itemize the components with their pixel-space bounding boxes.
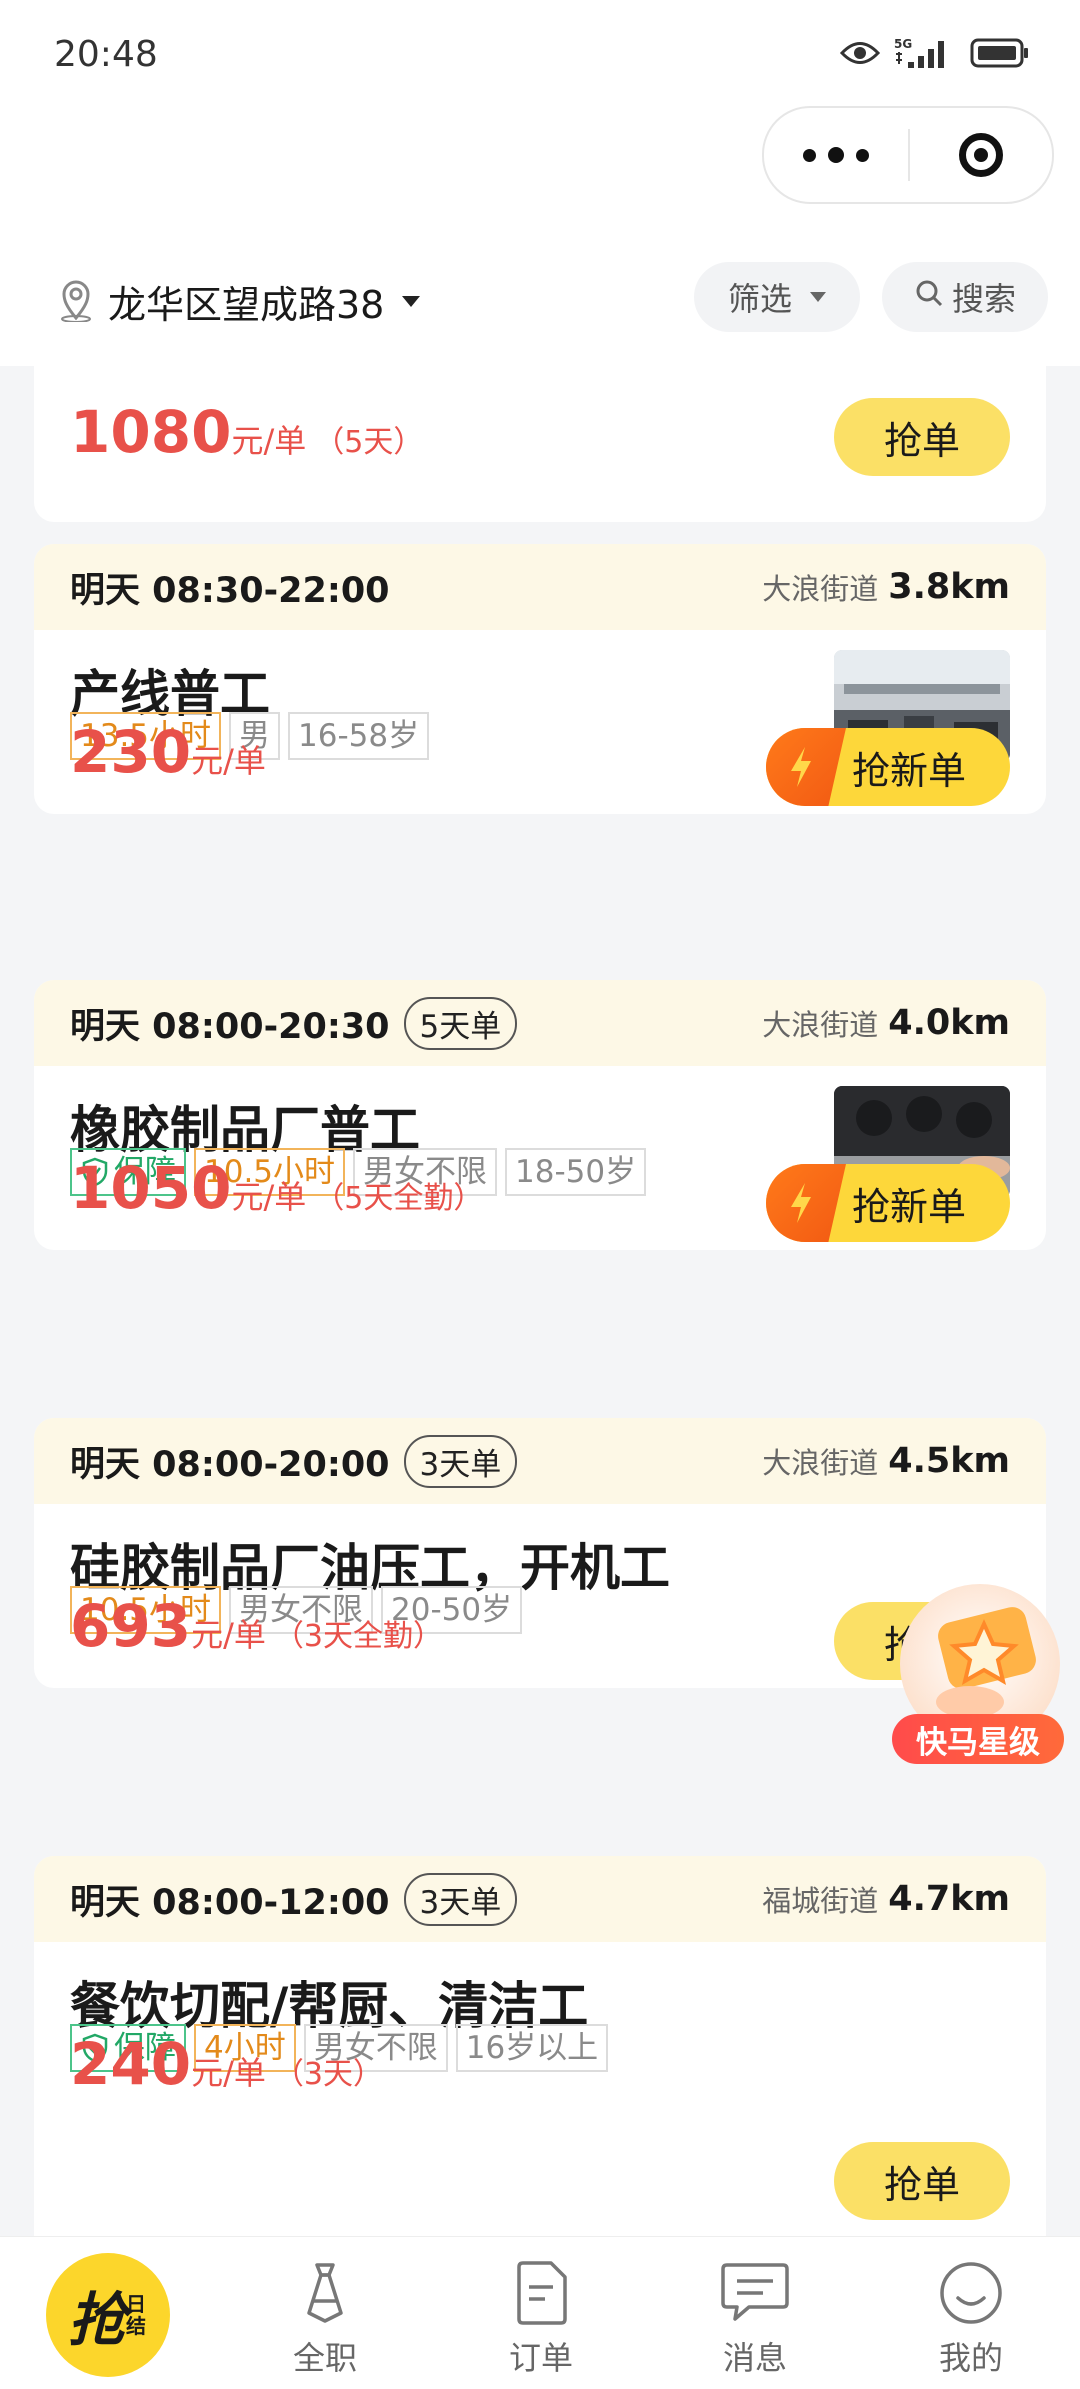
job-km: 3.8km [888,567,1010,607]
tab-fulltime[interactable]: 全职 [250,2237,400,2389]
tab-fulltime-label: 全职 [292,2339,357,2377]
job-list: 1080 元/单 （5天） 抢单 明天 08:30-22:00 大浪街道 3.8… [0,366,1080,2236]
grab-order-button[interactable]: 抢单 [834,398,1010,476]
job-street: 福城街道 [762,1884,879,1918]
job-price: 1080 元/单 （5天） [70,398,423,466]
grab-new-order-button[interactable]: 抢新单 [766,1164,1010,1242]
grab-new-label: 抢新单 [852,1184,967,1229]
job-price: 230 元/单 [70,718,266,786]
floating-star-badge[interactable]: 快马星级 [892,1584,1068,1780]
price-unit: 元/单 [191,1616,266,1654]
grab-new-order-button[interactable]: 抢新单 [766,728,1010,806]
tab-orders-label: 订单 [508,2339,573,2377]
bottom-tab-bar: 抢 日结 全职 订单 消息 我的 [0,2236,1080,2389]
job-card-header: 明天 08:00-12:00 3天单 福城街道 4.7km [34,1856,1046,1942]
search-label: 搜索 [951,280,1016,318]
filter-caret-icon [810,292,826,302]
days-badge: 5天单 [403,996,518,1050]
job-card-header: 明天 08:30-22:00 大浪街道 3.8km [34,544,1046,630]
job-distance: 大浪街道 4.5km [762,1418,1010,1504]
tab-profile[interactable]: 我的 [896,2237,1046,2389]
mini-program-capsule [762,106,1054,204]
search-button[interactable]: 搜索 [882,262,1048,332]
price-number: 240 [70,2030,192,2098]
close-program-button[interactable] [910,133,1052,177]
badge-label: 快马星级 [892,1714,1064,1764]
tab-grab-home[interactable]: 抢 日结 [46,2253,170,2377]
more-menu-button[interactable] [764,147,908,163]
job-km: 4.0km [888,1003,1010,1043]
chevron-down-icon [402,296,421,307]
job-km: 4.5km [888,1441,1010,1481]
network-label: 5G [894,37,912,51]
battery-icon [970,37,1030,69]
order-doc-icon [513,2255,569,2331]
job-street: 大浪街道 [762,572,879,606]
status-icons: 5G [840,36,1030,70]
job-price: 693 元/单 （3天全勤） [70,1592,443,1660]
location-address: 龙华区望成路38 [108,283,385,327]
tag-age: 16-58岁 [288,712,430,760]
status-bar: 20:48 5G [0,0,1080,110]
location-selector[interactable]: 龙华区望成路38 [56,274,421,329]
job-card[interactable]: 1080 元/单 （5天） 抢单 [34,366,1046,522]
tag-age: 18-50岁 [505,1148,647,1196]
job-card-header: 明天 08:00-20:00 3天单 大浪街道 4.5km [34,1418,1046,1504]
grab-new-label: 抢新单 [852,748,967,793]
search-icon [914,278,944,316]
grab-order-button[interactable]: 抢单 [834,2142,1010,2220]
price-unit: 元/单 [191,2054,266,2092]
message-icon [719,2255,791,2331]
job-card-header: 明天 08:00-20:30 5天单 大浪街道 4.0km [34,980,1046,1066]
eye-icon [840,40,880,66]
smile-icon [938,2255,1004,2331]
price-unit: 元/单 [231,1178,307,1216]
filter-button[interactable]: 筛选 [694,262,860,332]
price-note: （5天全勤） [314,1181,484,1216]
location-pin-icon [56,278,96,326]
job-time: 明天 08:30-22:00 [70,570,390,611]
lightning-icon [766,1164,846,1242]
tag-age: 16岁以上 [455,2024,609,2072]
lightning-icon [766,728,846,806]
tie-icon [299,2255,351,2331]
job-distance: 大浪街道 4.0km [762,980,1010,1066]
tab-orders[interactable]: 订单 [466,2237,616,2389]
home-big-label: 抢 [67,2286,126,2354]
price-note: （3天全勤） [273,1619,443,1654]
tab-profile-label: 我的 [938,2339,1003,2377]
job-km: 4.7km [888,1879,1010,1919]
price-number: 1080 [70,398,232,466]
price-number: 230 [70,718,192,786]
price-number: 693 [70,1592,192,1660]
job-time: 明天 08:00-20:00 [70,1444,390,1485]
price-unit: 元/单 [231,422,307,460]
filter-label: 筛选 [727,280,792,318]
tab-messages-label: 消息 [722,2339,787,2377]
price-note: （5天） [314,425,424,460]
job-street: 大浪街道 [762,1446,879,1480]
job-price: 240 元/单 （3天） [70,2030,383,2098]
signal-icon: 5G [894,36,956,70]
tab-messages[interactable]: 消息 [680,2237,830,2389]
price-number: 1050 [70,1154,232,1222]
job-time: 明天 08:00-20:30 [70,1006,390,1047]
job-distance: 福城街道 4.7km [762,1856,1010,1942]
job-street: 大浪街道 [762,1008,879,1042]
days-badge: 3天单 [403,1434,518,1488]
status-time: 20:48 [54,34,158,75]
price-note: （3天） [273,2057,383,2092]
days-badge: 3天单 [403,1872,518,1926]
location-filter-bar: 龙华区望成路38 筛选 搜索 [0,250,1080,366]
job-distance: 大浪街道 3.8km [762,544,1010,630]
job-price: 1050 元/单 （5天全勤） [70,1154,483,1222]
job-time: 明天 08:00-12:00 [70,1882,390,1923]
home-small-label: 日结 [126,2292,146,2338]
price-unit: 元/单 [191,742,266,780]
target-icon [959,133,1003,177]
